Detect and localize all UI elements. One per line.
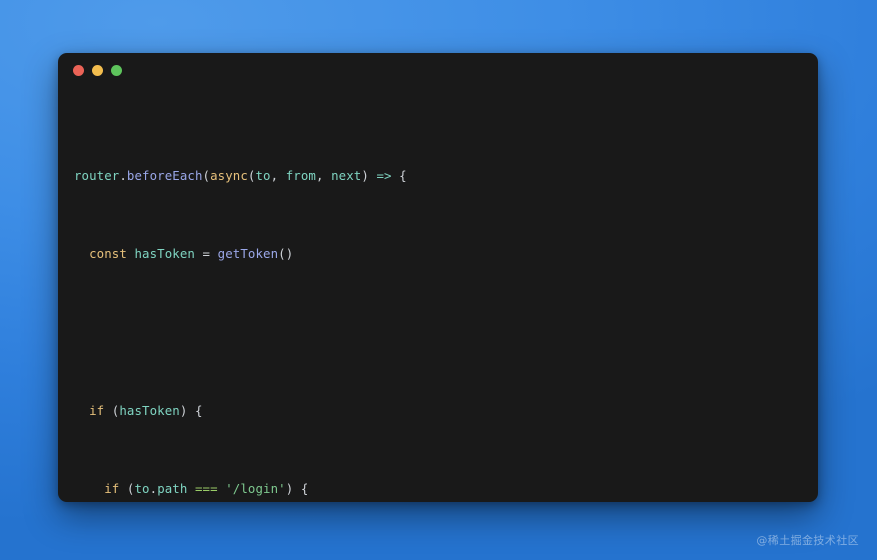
window-titlebar [58, 53, 818, 87]
close-button[interactable] [73, 64, 84, 76]
token-punctuation: () [278, 246, 294, 262]
token-function: beforeEach [126, 167, 203, 183]
token-identifier: to [134, 481, 150, 497]
token-function: getToken [217, 246, 279, 262]
token-param: from [285, 167, 316, 183]
token-keyword: if [89, 402, 105, 418]
token-operator: = [202, 246, 218, 262]
code-block[interactable]: router.beforeEach(async(to, from, next) … [58, 87, 818, 502]
code-line: if (to.path === '/login') { [74, 479, 800, 499]
token-keyword: if [104, 481, 120, 497]
token-punctuation: ( [202, 167, 211, 183]
token-string: '/login' [225, 481, 286, 497]
watermark-text: @稀土掘金技术社区 [756, 534, 859, 547]
token-punctuation: ) [361, 167, 377, 183]
code-editor-window: router.beforeEach(async(to, from, next) … [58, 53, 818, 502]
token-punctuation: ) { [285, 481, 309, 497]
zoom-button[interactable] [111, 64, 122, 76]
minimize-button[interactable] [92, 64, 103, 76]
token-identifier: hasToken [126, 246, 203, 262]
code-line: router.beforeEach(async(to, from, next) … [74, 166, 800, 186]
token-punctuation: , [315, 167, 332, 183]
token-arrow: => [376, 167, 392, 183]
code-line: const hasToken = getToken() [74, 244, 800, 264]
token-punctuation: , [270, 167, 286, 183]
token-punctuation: ( [119, 481, 135, 497]
code-line: if (hasToken) { [74, 401, 800, 421]
token-punctuation: { [391, 167, 407, 183]
token-keyword: async [210, 167, 248, 183]
token-punctuation: ) { [179, 402, 203, 418]
token-identifier: hasToken [119, 402, 180, 418]
token-keyword: const [89, 246, 127, 262]
token-punctuation: ( [104, 402, 120, 418]
token-param: to [255, 167, 271, 183]
token-property: path [157, 481, 188, 497]
token-operator: === [187, 481, 226, 497]
token-param: next [331, 167, 362, 183]
token-identifier: router [74, 167, 120, 183]
token-punctuation: . [119, 167, 127, 183]
